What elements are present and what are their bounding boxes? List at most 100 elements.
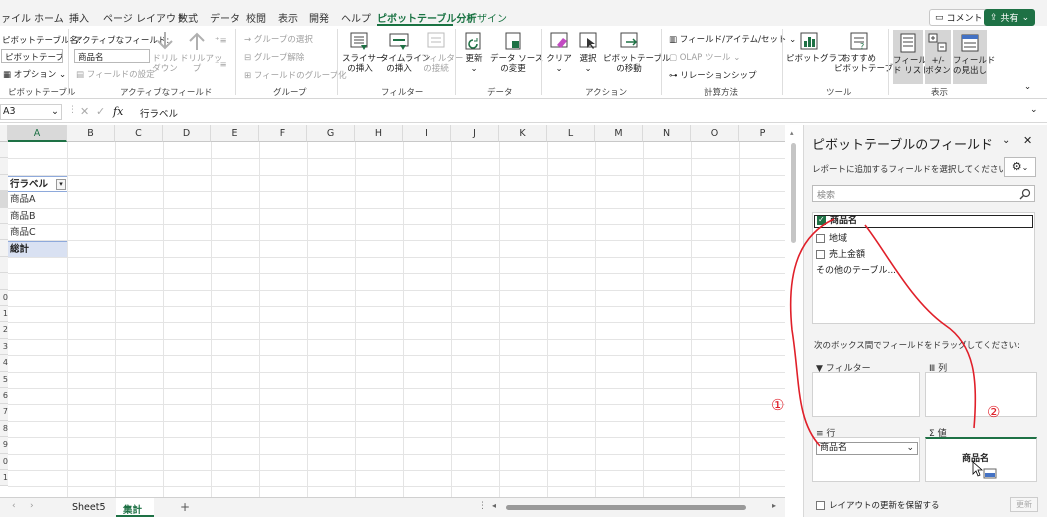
filter-dropdown-icon[interactable]: ▾ [56, 179, 66, 190]
chevron-down-icon[interactable]: ⌄ [1002, 135, 1010, 146]
drill-up-button[interactable]: ドリルアッ プ [180, 30, 223, 74]
expand-field-icon[interactable]: ⁺≡ [215, 36, 227, 46]
prev-sheet-icon[interactable]: ‹ [12, 501, 16, 511]
select-button[interactable]: 選択 ⌄ [575, 30, 601, 74]
row-header[interactable]: 3 [0, 338, 8, 356]
fields-items-sets-button[interactable]: ▥ フィールド/アイテム/セット ⌄ [669, 33, 796, 45]
olap-tools-button[interactable]: ▢ OLAP ツール ⌄ [669, 51, 740, 63]
clear-button[interactable]: クリア ⌄ [546, 30, 572, 74]
column-header[interactable]: I [403, 125, 451, 142]
move-pivot-button[interactable]: ピボットテーブル の移動 [603, 30, 671, 74]
row-header[interactable] [0, 273, 8, 290]
group-field-button[interactable]: ⊞ フィールドのグループ化 [244, 69, 347, 81]
values-drop-area[interactable]: 商品名 [925, 437, 1037, 482]
search-field[interactable]: 検索 [812, 185, 1035, 202]
column-header[interactable]: M [595, 125, 643, 142]
pivot-grand-total[interactable]: 総計 [8, 241, 67, 257]
tab-page-layout[interactable]: ページ レイアウト [103, 10, 186, 25]
insert-slicer-button[interactable]: スライサー の挿入 [342, 30, 385, 74]
tab-review[interactable]: 校閲 [246, 10, 266, 25]
next-sheet-icon[interactable]: › [30, 501, 34, 511]
row-header[interactable] [0, 256, 8, 274]
field-item-region[interactable]: 地域 [816, 231, 847, 244]
row-header[interactable] [0, 174, 8, 192]
column-header[interactable]: A [8, 125, 67, 142]
pivot-row-item[interactable]: 商品A [8, 192, 67, 208]
row-header[interactable]: 9 [0, 437, 8, 454]
tab-developer[interactable]: 開発 [309, 10, 329, 25]
field-list-button[interactable]: フィール ド リスト [893, 30, 930, 84]
name-box[interactable]: A3 ⌄ [0, 104, 62, 120]
cancel-icon[interactable]: ✕ [80, 105, 89, 118]
more-icon[interactable]: ⋮ [478, 501, 487, 511]
field-item-sales[interactable]: 売上金額 [816, 247, 865, 260]
scroll-up-icon[interactable]: ▴ [790, 129, 794, 137]
scrollbar-thumb[interactable] [791, 143, 796, 243]
row-header[interactable]: 0 [0, 289, 8, 306]
tab-view[interactable]: 表示 [278, 10, 298, 25]
share-button[interactable]: ⇪ 共有 ⌄ [984, 9, 1036, 26]
tab-formulas[interactable]: 数式 [178, 10, 198, 25]
filter-connections-button[interactable]: フィルター の接続 [421, 30, 463, 74]
drill-down-button[interactable]: ドリル ダウン [152, 30, 178, 74]
column-header[interactable]: B [67, 125, 115, 142]
pivot-header-cell[interactable]: 行ラベル ▾ [8, 176, 67, 192]
row-header[interactable] [0, 142, 8, 159]
column-header[interactable]: P [739, 125, 785, 142]
row-header[interactable]: 1 [0, 306, 8, 323]
field-settings-button[interactable]: ▤ フィールドの設定 [76, 68, 155, 80]
rows-field-chip[interactable]: 商品名 ⌄ [816, 442, 918, 455]
column-header[interactable]: O [691, 125, 739, 142]
tab-help[interactable]: ヘルプ [341, 10, 371, 25]
ungroup-button[interactable]: ⊟ グループ解除 [244, 51, 304, 63]
row-header[interactable] [0, 191, 8, 208]
row-header[interactable] [0, 240, 8, 257]
pivot-chart-button[interactable]: ピボットグラフ [786, 30, 846, 64]
column-header[interactable]: H [355, 125, 403, 142]
change-source-button[interactable]: データ ソース の変更 [490, 30, 543, 74]
confirm-icon[interactable]: ✓ [96, 105, 105, 118]
relationships-button[interactable]: ⊶ リレーションシップ [669, 69, 757, 81]
settings-button[interactable]: ⚙⌄ [1004, 157, 1036, 177]
column-header[interactable]: E [211, 125, 259, 142]
tab-file[interactable]: ァイル [1, 10, 31, 25]
update-button[interactable]: 更新 [1010, 497, 1038, 512]
recommended-pivot-button[interactable]: ? おすすめ ピボットテーブル [834, 30, 902, 74]
column-header[interactable]: F [259, 125, 307, 142]
sheet-tab[interactable]: Sheet5 [72, 502, 106, 513]
row-header[interactable]: 0 [0, 453, 8, 470]
row-header[interactable] [0, 158, 8, 175]
checkbox-checked-icon[interactable] [817, 214, 826, 225]
row-header[interactable]: 7 [0, 404, 8, 421]
row-header[interactable]: 6 [0, 388, 8, 405]
tab-home[interactable]: ホーム [34, 10, 64, 25]
collapse-field-icon[interactable]: ⁻≡ [215, 60, 227, 70]
scrollbar-thumb[interactable] [506, 505, 746, 510]
tab-pivot-analyze[interactable]: ピボットテーブル分析 [377, 10, 476, 25]
column-header[interactable]: N [643, 125, 691, 142]
field-headers-button[interactable]: フィールド の見出し [953, 30, 995, 84]
checkbox-icon[interactable] [816, 501, 825, 510]
insert-timeline-button[interactable]: タイムライン の挿入 [380, 30, 430, 74]
filter-drop-area[interactable] [812, 372, 920, 417]
expand-formula-icon[interactable]: ⌄ [1030, 105, 1038, 115]
formula-input[interactable]: 行ラベル [140, 106, 178, 120]
comment-button[interactable]: ▭ コメント [929, 9, 989, 26]
checkbox-icon[interactable] [816, 234, 825, 243]
tab-insert[interactable]: 挿入 [69, 10, 89, 25]
active-field-input[interactable]: 商品名 [74, 49, 150, 63]
tab-design[interactable]: デザイン [467, 10, 507, 25]
defer-update-option[interactable]: レイアウトの更新を保留する [816, 499, 940, 511]
row-header[interactable]: 8 [0, 420, 8, 438]
pivot-row-item[interactable]: 商品C [8, 225, 67, 241]
group-selection-button[interactable]: → グループの選択 [244, 33, 313, 45]
row-header[interactable]: 1 [0, 470, 8, 487]
chevron-down-icon[interactable]: ⌄ [906, 443, 914, 454]
close-icon[interactable]: ✕ [1023, 134, 1032, 147]
row-header[interactable]: 4 [0, 355, 8, 372]
column-header[interactable]: C [115, 125, 163, 142]
worksheet-grid[interactable]: ABCDEFGHIJKLMNOP 012345678901 行ラベル ▾ 商品A … [0, 125, 785, 497]
rows-drop-area[interactable]: 商品名 ⌄ [812, 437, 920, 482]
scroll-right-icon[interactable]: ▸ [772, 501, 776, 510]
ribbon-collapse-icon[interactable]: ⌄ [1024, 82, 1031, 92]
